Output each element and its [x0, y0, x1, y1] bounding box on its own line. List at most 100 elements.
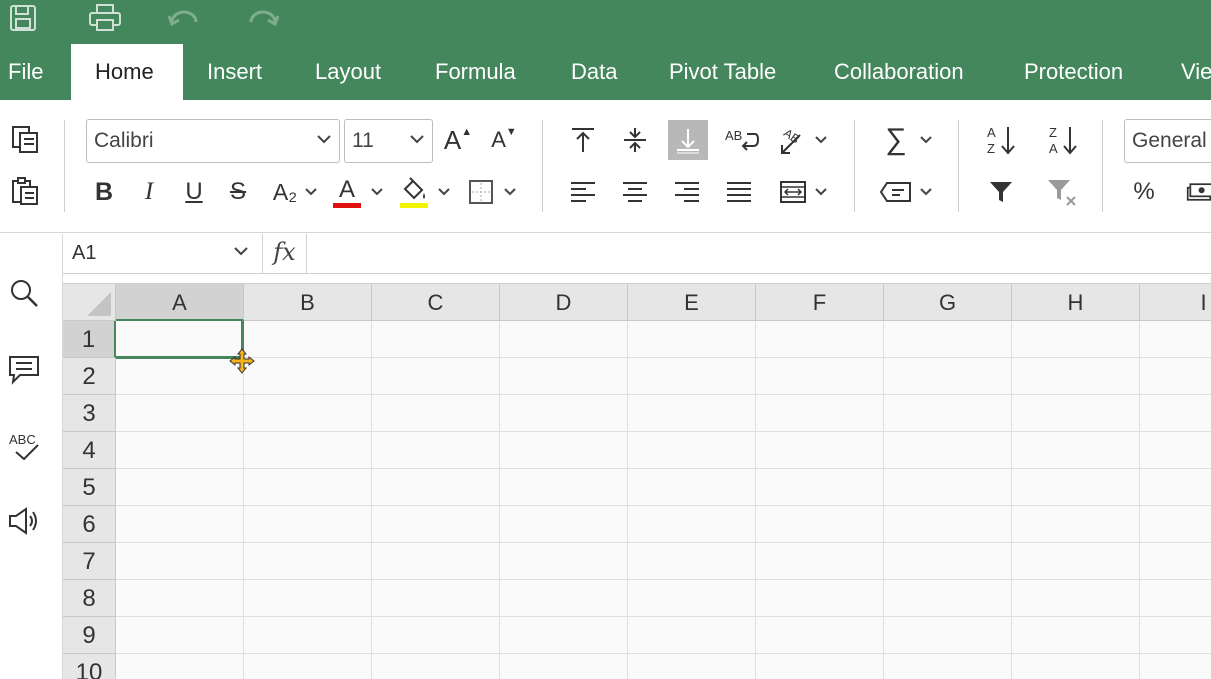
- svg-text:Z: Z: [987, 141, 995, 156]
- row-header-1[interactable]: 1: [63, 321, 116, 358]
- sort-descending-icon[interactable]: ZA: [1044, 122, 1082, 158]
- chevron-down-icon[interactable]: [920, 136, 932, 144]
- comment-icon[interactable]: [7, 353, 41, 387]
- column-header-g[interactable]: G: [884, 284, 1012, 321]
- grid-column-line: [499, 321, 500, 679]
- undo-icon[interactable]: [167, 2, 201, 34]
- column-header-b[interactable]: B: [244, 284, 372, 321]
- percent-button[interactable]: %: [1128, 175, 1160, 209]
- font-size-value: 11: [352, 129, 374, 152]
- tab-protection[interactable]: Protection: [1012, 44, 1135, 100]
- row-header-6[interactable]: 6: [63, 506, 116, 543]
- currency-icon[interactable]: [1186, 175, 1211, 209]
- row-header-4[interactable]: 4: [63, 432, 116, 469]
- tab-view[interactable]: Vie: [1169, 44, 1211, 100]
- text-orientation-icon[interactable]: AB: [776, 122, 810, 158]
- font-size-select[interactable]: 11: [344, 119, 433, 163]
- number-format-select[interactable]: General: [1124, 119, 1211, 163]
- subscript-button[interactable]: A₂: [267, 175, 303, 209]
- row-header-9[interactable]: 9: [63, 617, 116, 654]
- column-header-a[interactable]: A: [116, 284, 244, 321]
- grow-font-button[interactable]: A ▲: [441, 122, 475, 158]
- fill-color-button[interactable]: [398, 173, 430, 211]
- tab-formula[interactable]: Formula: [423, 44, 528, 100]
- menu-bar: File Home Insert Layout Formula Data Piv…: [0, 44, 1211, 100]
- chevron-down-icon[interactable]: [371, 188, 383, 196]
- justify-icon[interactable]: [722, 175, 756, 209]
- chevron-down-icon[interactable]: [305, 188, 317, 196]
- chevron-down-icon[interactable]: [815, 188, 827, 196]
- row-header-5[interactable]: 5: [63, 469, 116, 506]
- fx-icon[interactable]: fx: [263, 234, 307, 273]
- formula-bar: A1 fx: [63, 234, 1211, 274]
- row-header-7[interactable]: 7: [63, 543, 116, 580]
- column-header-h[interactable]: H: [1012, 284, 1140, 321]
- italic-button[interactable]: I: [133, 175, 165, 209]
- shrink-font-label: A: [491, 127, 506, 152]
- sort-ascending-icon[interactable]: AZ: [982, 122, 1020, 158]
- redo-icon[interactable]: [246, 2, 280, 34]
- wrap-text-icon[interactable]: AB: [722, 122, 760, 158]
- grid-row-line: [116, 653, 1211, 654]
- clear-filter-icon[interactable]: [1044, 175, 1080, 209]
- align-left-icon[interactable]: [566, 175, 600, 209]
- select-all-corner[interactable]: [63, 284, 116, 321]
- align-right-icon[interactable]: [670, 175, 704, 209]
- name-box[interactable]: A1: [63, 234, 263, 273]
- spellcheck-icon[interactable]: ABC: [7, 429, 41, 463]
- bold-button[interactable]: B: [88, 175, 120, 209]
- save-icon[interactable]: [8, 2, 38, 34]
- row-header-2[interactable]: 2: [63, 358, 116, 395]
- svg-text:AB: AB: [725, 128, 742, 143]
- spreadsheet-grid[interactable]: ABCDEFGHI 1 2 3 4 5 6 7 8 9 10: [63, 283, 1211, 679]
- merge-cells-icon[interactable]: [776, 175, 810, 209]
- search-icon[interactable]: [7, 276, 41, 310]
- triangle-down-icon: ▼: [505, 126, 517, 138]
- column-header-f[interactable]: F: [756, 284, 884, 321]
- grid-row-line: [116, 616, 1211, 617]
- grid-column-line: [627, 321, 628, 679]
- ribbon-separator: [1102, 120, 1103, 212]
- chevron-down-icon[interactable]: [504, 188, 516, 196]
- tab-insert[interactable]: Insert: [195, 44, 274, 100]
- font-color-button[interactable]: A: [331, 173, 363, 211]
- column-header-i[interactable]: I: [1140, 284, 1211, 321]
- tab-home[interactable]: Home: [71, 44, 183, 100]
- copy-icon[interactable]: [8, 122, 42, 156]
- align-bottom-icon[interactable]: [668, 120, 708, 160]
- column-header-c[interactable]: C: [372, 284, 500, 321]
- tab-collaboration[interactable]: Collaboration: [822, 44, 976, 100]
- align-top-icon[interactable]: [566, 122, 600, 158]
- chevron-down-icon[interactable]: [815, 136, 827, 144]
- font-name-select[interactable]: Calibri: [86, 119, 340, 163]
- row-header-3[interactable]: 3: [63, 395, 116, 432]
- tab-layout[interactable]: Layout: [303, 44, 393, 100]
- strikethrough-button[interactable]: S: [222, 175, 254, 209]
- speaker-icon[interactable]: [7, 504, 41, 538]
- formula-input[interactable]: [308, 234, 1211, 273]
- tab-pivot-table[interactable]: Pivot Table: [657, 44, 788, 100]
- chevron-down-icon[interactable]: [438, 188, 450, 196]
- active-cell-a1[interactable]: [116, 321, 244, 359]
- grid-column-line: [1139, 321, 1140, 679]
- cell-style-icon[interactable]: [878, 175, 914, 209]
- row-header-10[interactable]: 10: [63, 654, 116, 679]
- borders-icon[interactable]: [465, 175, 497, 209]
- column-header-e[interactable]: E: [628, 284, 756, 321]
- grid-row-line: [116, 542, 1211, 543]
- align-center-icon[interactable]: [618, 175, 652, 209]
- align-middle-icon[interactable]: [618, 122, 652, 158]
- column-header-d[interactable]: D: [500, 284, 628, 321]
- row-header-8[interactable]: 8: [63, 580, 116, 617]
- tab-file[interactable]: File: [0, 44, 55, 100]
- print-icon[interactable]: [87, 2, 123, 34]
- chevron-down-icon[interactable]: [920, 188, 932, 196]
- svg-text:ABC: ABC: [9, 432, 36, 447]
- filter-icon[interactable]: [984, 175, 1018, 209]
- autosum-button[interactable]: ∑: [878, 122, 914, 158]
- tab-data[interactable]: Data: [559, 44, 629, 100]
- paste-icon[interactable]: [8, 174, 42, 208]
- shrink-font-button[interactable]: A ▼: [487, 122, 521, 158]
- svg-text:Z: Z: [1049, 125, 1057, 140]
- underline-button[interactable]: U: [178, 175, 210, 209]
